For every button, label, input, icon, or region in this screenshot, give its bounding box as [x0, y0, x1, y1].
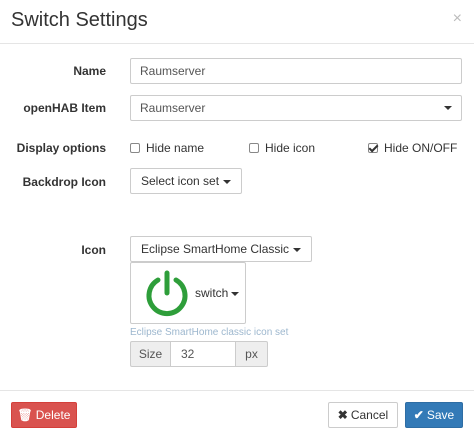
- display-options-label: Display options: [16, 141, 106, 155]
- caret-down-icon: [231, 291, 240, 296]
- modal-header: Switch Settings ×: [0, 0, 474, 44]
- size-input-group: Size px: [130, 341, 268, 367]
- hide-name-option[interactable]: Hide name: [130, 140, 204, 156]
- save-label: Save: [426, 408, 455, 422]
- size-input[interactable]: [170, 341, 236, 367]
- hide-name-label: Hide name: [146, 141, 205, 155]
- hide-onoff-label: Hide ON/OFF: [384, 141, 458, 155]
- power-icon: [146, 270, 188, 317]
- size-suffix: px: [236, 341, 268, 367]
- name-label: Name: [73, 64, 106, 78]
- cancel-label: Cancel: [350, 408, 389, 422]
- name-input[interactable]: [130, 58, 462, 84]
- caret-down-icon: [444, 106, 452, 110]
- icon-set-hint: Eclipse SmartHome classic icon set: [130, 327, 289, 338]
- icon-name-label: switch: [195, 286, 229, 300]
- hide-icon-option[interactable]: Hide icon: [249, 140, 315, 156]
- close-icon[interactable]: ×: [453, 11, 462, 27]
- item-select[interactable]: Raumserver: [130, 95, 462, 121]
- icon-set-button[interactable]: Eclipse SmartHome Classic: [130, 236, 313, 262]
- modal-title: Switch Settings: [11, 9, 148, 31]
- size-prefix: Size: [130, 341, 170, 367]
- check-icon: ✔: [413, 408, 424, 422]
- hide-onoff-checkbox[interactable]: [368, 143, 378, 153]
- delete-label: Delete: [35, 408, 71, 422]
- trash-icon: 🗑: [17, 408, 33, 422]
- select-icon-set-button[interactable]: Select icon set: [130, 168, 243, 194]
- icon-label: Icon: [81, 243, 106, 257]
- hide-name-checkbox[interactable]: [130, 143, 140, 153]
- icon-preview: switch: [130, 262, 246, 324]
- hide-onoff-option[interactable]: Hide ON/OFF: [368, 140, 457, 156]
- delete-button[interactable]: 🗑 Delete: [11, 402, 77, 428]
- backdrop-icon-label: Backdrop Icon: [22, 175, 106, 189]
- close-icon: ✖: [337, 408, 348, 422]
- cancel-button[interactable]: ✖ Cancel: [328, 402, 398, 428]
- item-label: openHAB Item: [23, 101, 106, 115]
- select-icon-set-label: Select icon set: [141, 174, 220, 188]
- icon-set-label: Eclipse SmartHome Classic: [141, 242, 290, 256]
- hide-icon-label: Hide icon: [265, 141, 316, 155]
- caret-down-icon: [223, 179, 232, 184]
- hide-icon-checkbox[interactable]: [249, 143, 259, 153]
- icon-name-dropdown[interactable]: switch: [195, 286, 240, 300]
- switch-settings-modal: Switch Settings × Name openHAB Item Raum…: [0, 0, 474, 441]
- item-select-value: Raumserver: [140, 101, 206, 115]
- save-button[interactable]: ✔ Save: [405, 402, 463, 428]
- caret-down-icon: [293, 247, 302, 252]
